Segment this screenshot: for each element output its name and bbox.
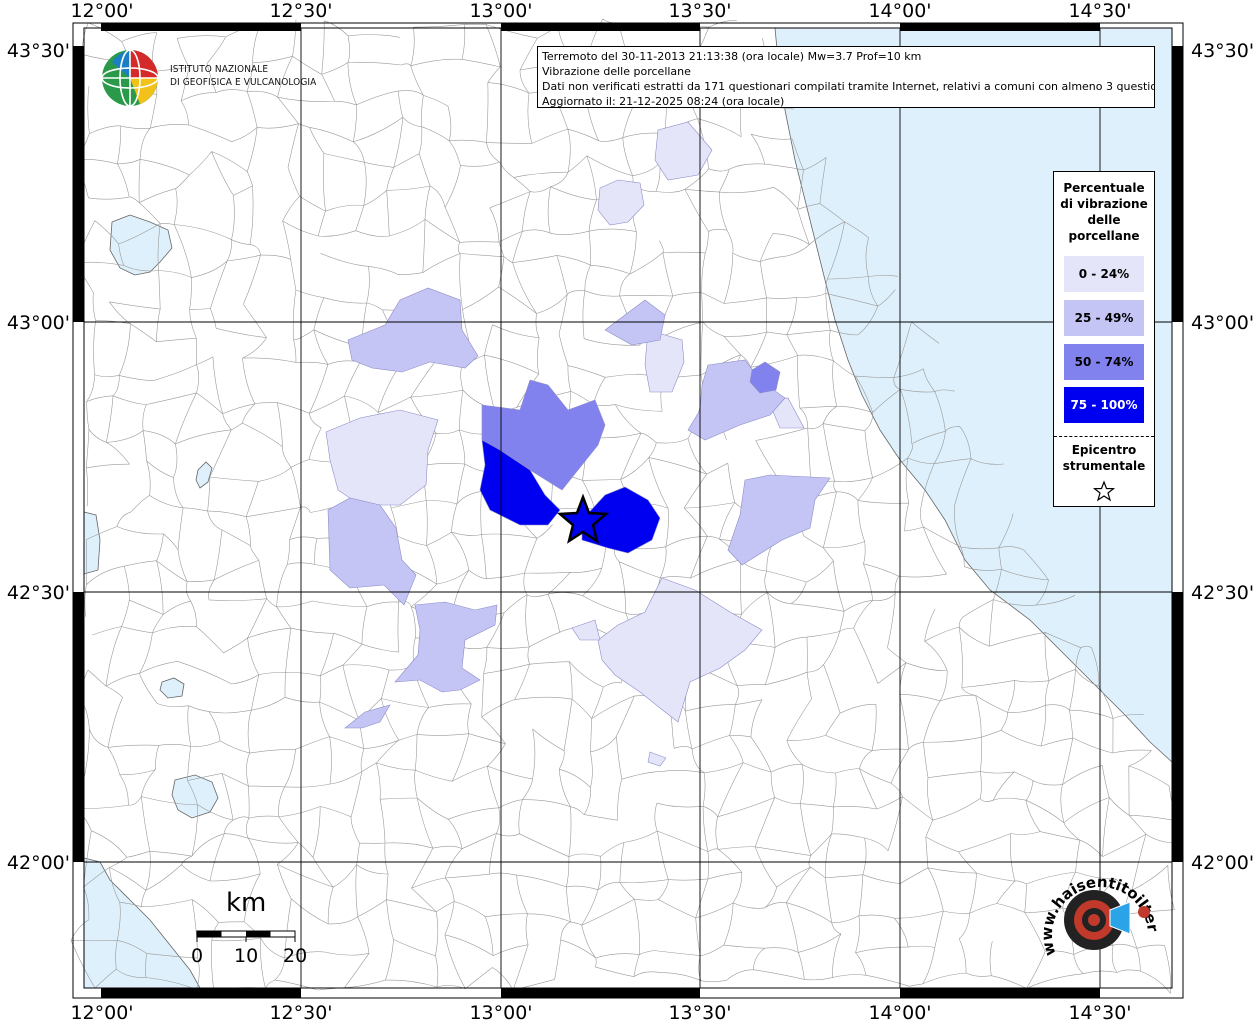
lon-label-top: 13°30': [668, 0, 731, 22]
ingv-globe-icon: [101, 49, 159, 107]
right-lat-labels: 43°30' 43°00' 42°30' 42°00': [1191, 40, 1254, 874]
lat-label-right: 43°00': [1191, 312, 1254, 334]
legend-title-line: porcellane: [1068, 229, 1140, 243]
lon-label-top: 12°30': [269, 0, 332, 22]
left-lat-labels: 43°30' 43°00' 42°30' 42°00': [7, 40, 70, 874]
lat-label-left: 43°30': [7, 40, 70, 62]
legend-star-icon: [1093, 480, 1115, 502]
ingv-name: ISTITUTO NAZIONALE DI GEOFISICA E VULCAN…: [170, 63, 316, 89]
lat-label-right: 42°00': [1191, 852, 1254, 874]
lat-label-right: 43°30': [1191, 40, 1254, 62]
update-time: Aggiornato il: 21-12-2025 08:24 (ora loc…: [542, 95, 785, 108]
lon-label-bottom: 12°30': [269, 1002, 332, 1024]
legend-epicenter-line: strumentale: [1062, 459, 1146, 473]
lon-label-top: 13°00': [469, 0, 532, 22]
sentiti-logo: www.haisentitoilterremoto.it: [1030, 848, 1166, 972]
top-lon-labels: 12°00' 12°30' 13°00' 13°30' 14°00' 14°30…: [70, 0, 1131, 22]
legend-divider: [1054, 436, 1154, 437]
lon-label-top: 14°30': [1068, 0, 1131, 22]
legend-class-0: 0 - 24%: [1064, 256, 1144, 292]
legend: Percentuale di vibrazione delle porcella…: [1053, 171, 1155, 507]
lon-label-top: 12°00': [70, 0, 133, 22]
lat-label-right: 42°30': [1191, 582, 1254, 604]
scale-label-0: 0: [191, 945, 204, 967]
legend-class-3: 75 - 100%: [1064, 387, 1144, 423]
legend-title-line: di vibrazione: [1060, 197, 1148, 211]
lat-label-left: 42°00': [7, 852, 70, 874]
map-subject: Vibrazione delle porcellane: [542, 65, 691, 78]
ingv-line1: ISTITUTO NAZIONALE: [170, 64, 269, 75]
lon-label-bottom: 12°00': [70, 1002, 133, 1024]
lon-label-bottom: 13°30': [668, 1002, 731, 1024]
legend-title-line: Percentuale: [1063, 181, 1145, 195]
scale-label-20: 20: [283, 945, 308, 967]
lat-label-left: 42°30': [7, 582, 70, 604]
ingv-line2: DI GEOFISICA E VULCANOLOGIA: [170, 77, 317, 88]
scale-unit: km: [226, 888, 267, 918]
lon-label-bottom: 13°00': [469, 1002, 532, 1024]
legend-class-2: 50 - 74%: [1064, 344, 1144, 380]
legend-title-line: delle: [1087, 213, 1121, 227]
event-line: Terremoto del 30-11-2013 21:13:38 (ora l…: [542, 50, 922, 63]
scale-label-10: 10: [234, 945, 259, 967]
data-note: Dati non verificati estratti da 171 ques…: [542, 80, 1155, 93]
legend-title: Percentuale di vibrazione delle porcella…: [1054, 180, 1154, 244]
lon-label-top: 14°00': [868, 0, 931, 22]
bottom-lon-labels: 12°00' 12°30' 13°00' 13°30' 14°00' 14°30…: [70, 1002, 1131, 1024]
legend-class-1: 25 - 49%: [1064, 300, 1144, 336]
lat-label-left: 43°00': [7, 312, 70, 334]
lon-label-bottom: 14°30': [1068, 1002, 1131, 1024]
legend-epicenter-label: Epicentro strumentale: [1054, 442, 1154, 474]
legend-epicenter-line: Epicentro: [1071, 443, 1137, 457]
lon-label-bottom: 14°00': [868, 1002, 931, 1024]
event-info-box: Terremoto del 30-11-2013 21:13:38 (ora l…: [537, 46, 1155, 108]
lakes-layer: [109, 214, 219, 819]
